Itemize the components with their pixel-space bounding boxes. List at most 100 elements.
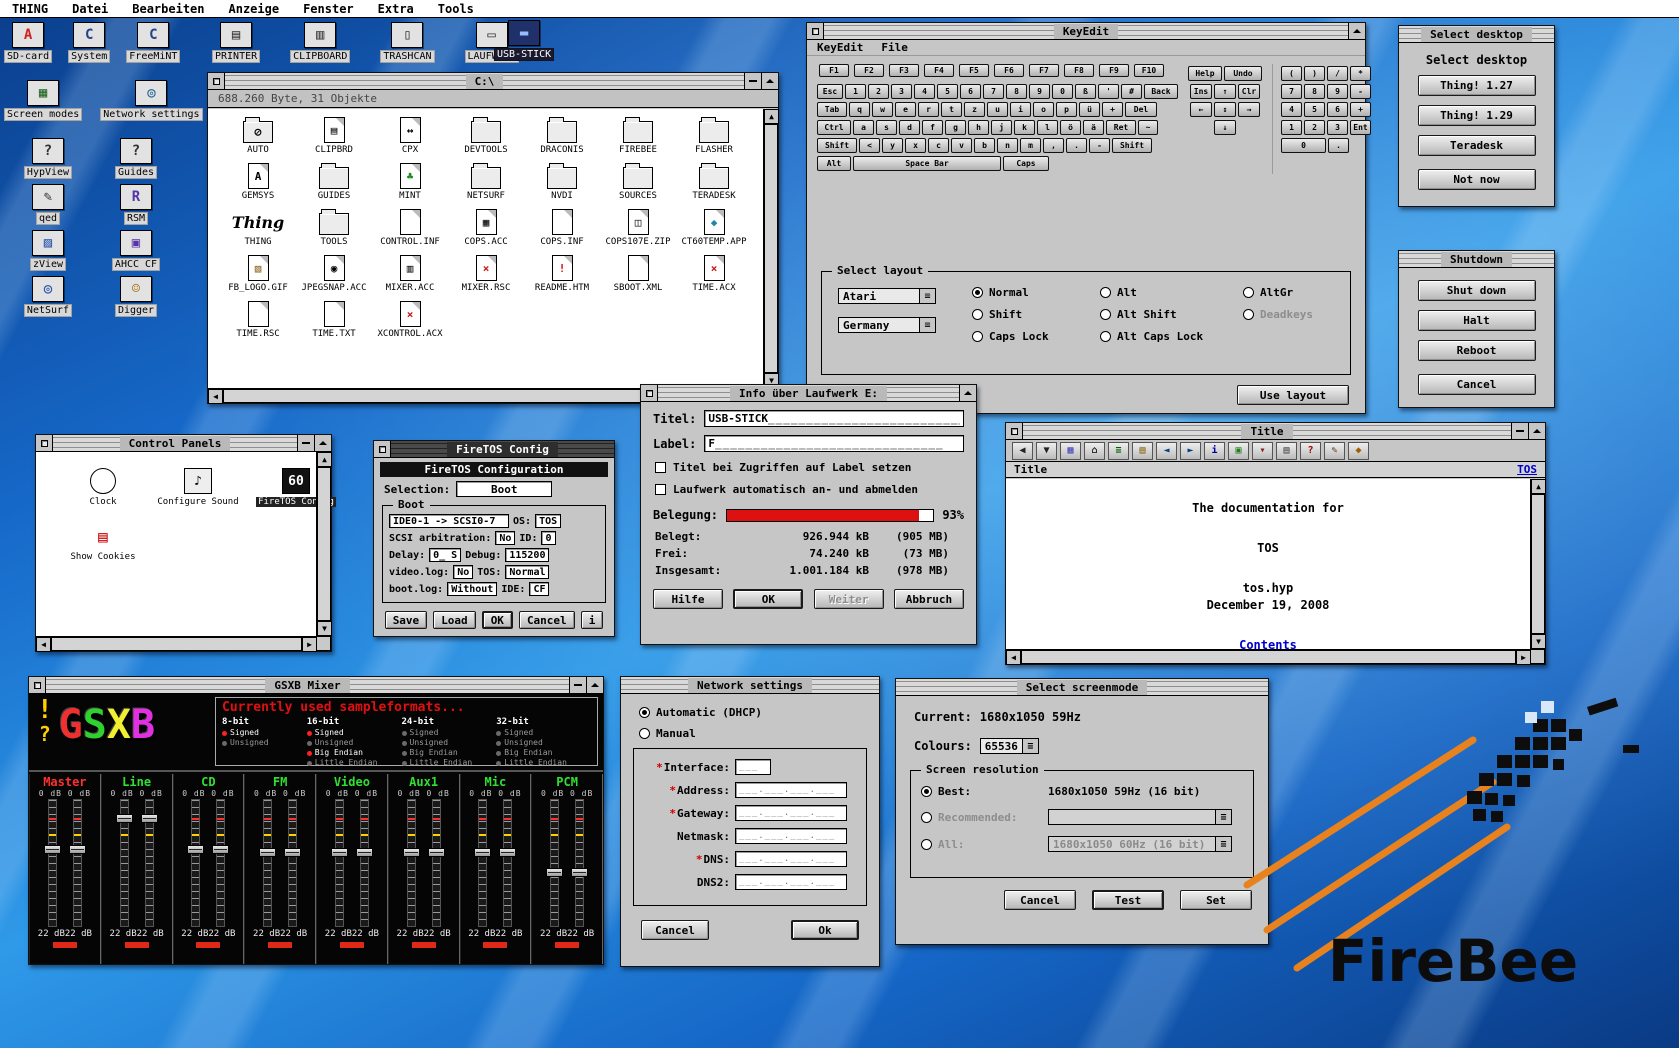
key-alt[interactable]: Alt bbox=[817, 156, 851, 171]
file-readme-htm[interactable]: !README.HTM bbox=[524, 255, 600, 301]
desktop-icon-digger[interactable]: ☺Digger bbox=[92, 276, 180, 322]
radio-caps-lock[interactable]: Caps Lock bbox=[972, 330, 1092, 343]
radio-icon[interactable] bbox=[921, 839, 932, 850]
cpanel-item-clock[interactable]: Clock bbox=[60, 468, 146, 507]
slider-thumb[interactable] bbox=[499, 848, 516, 857]
iconify-button[interactable] bbox=[1511, 423, 1528, 439]
iconify-button[interactable] bbox=[569, 677, 586, 693]
menu-keyedit[interactable]: KeyEdit bbox=[817, 41, 863, 54]
titlebar[interactable]: Select screenmode bbox=[896, 679, 1268, 696]
firetos-value[interactable]: Normal bbox=[505, 565, 549, 579]
slider-thumb[interactable] bbox=[259, 848, 276, 857]
vertical-scrollbar[interactable]: ▲▼ bbox=[316, 452, 331, 636]
key-key[interactable]: # bbox=[1121, 84, 1142, 99]
iconify-button[interactable] bbox=[297, 435, 314, 451]
key-f[interactable]: f bbox=[922, 120, 943, 135]
key-numpad-9[interactable]: 9 bbox=[1327, 84, 1348, 99]
key-n[interactable]: n bbox=[997, 138, 1018, 153]
checkbox-row-2[interactable]: Laufwerk automatisch an- und abmelden bbox=[641, 483, 976, 496]
volume-slider[interactable] bbox=[48, 799, 57, 927]
scroll-right-arrow[interactable]: ▶ bbox=[1516, 650, 1531, 665]
window-title[interactable]: FireTOS Config bbox=[391, 441, 614, 457]
window-title[interactable]: Select screenmode bbox=[896, 679, 1268, 695]
scroll-thumb[interactable] bbox=[764, 124, 778, 373]
close-button[interactable] bbox=[36, 435, 53, 451]
menu-item-bearbeiten[interactable]: Bearbeiten bbox=[120, 0, 216, 17]
key-key[interactable]: ' bbox=[1098, 84, 1119, 99]
key-key[interactable]: ß bbox=[1075, 84, 1096, 99]
checkbox-row-1[interactable]: Titel bei Zugriffen auf Label setzen bbox=[641, 461, 976, 474]
file-cops-acc[interactable]: ▦COPS.ACC bbox=[448, 209, 524, 255]
key-tab[interactable]: Tab bbox=[817, 102, 847, 117]
vertical-scrollbar[interactable]: ▲▼ bbox=[763, 109, 778, 388]
key-numpad-2[interactable]: 2 bbox=[1304, 120, 1325, 135]
file-cpx[interactable]: ↔CPX bbox=[372, 117, 448, 163]
next-page-icon[interactable]: ► bbox=[1180, 442, 1201, 460]
button-weiter[interactable]: Weiter bbox=[814, 589, 884, 609]
volume-slider[interactable] bbox=[550, 799, 559, 927]
print-icon[interactable]: ▤ bbox=[1276, 442, 1297, 460]
slider-thumb[interactable] bbox=[69, 845, 86, 854]
button-load[interactable]: Load bbox=[433, 611, 476, 629]
scroll-up-arrow[interactable]: ▲ bbox=[317, 452, 332, 467]
volume-slider[interactable] bbox=[191, 799, 200, 927]
window-title[interactable]: GSXB Mixer bbox=[46, 677, 569, 693]
previous-page-icon[interactable]: ◄ bbox=[1156, 442, 1177, 460]
window-title[interactable]: Network settings bbox=[621, 677, 879, 693]
key-f6[interactable]: F6 bbox=[994, 64, 1024, 77]
save-icon[interactable]: ▾ bbox=[1252, 442, 1273, 460]
desktop-icon-freemint[interactable]: CFreeMiNT bbox=[126, 22, 180, 63]
volume-slider[interactable] bbox=[478, 799, 487, 927]
key-8[interactable]: 8 bbox=[1006, 84, 1027, 99]
key-numpad-4[interactable]: 4 bbox=[1281, 102, 1302, 117]
file-thing[interactable]: ThingTHING bbox=[220, 209, 296, 255]
fuller-button[interactable] bbox=[1528, 423, 1545, 439]
volume-slider[interactable] bbox=[216, 799, 225, 927]
key-ins[interactable]: Ins bbox=[1190, 84, 1212, 99]
back-icon[interactable]: ◀ bbox=[1012, 442, 1033, 460]
mute-button[interactable] bbox=[554, 941, 580, 949]
key-key[interactable]: ü bbox=[1079, 102, 1100, 117]
slider-thumb[interactable] bbox=[212, 845, 229, 854]
resolution-dropdown[interactable]: ≡ bbox=[1048, 809, 1232, 825]
titel-field[interactable]: USB-STICK bbox=[704, 410, 964, 427]
slider-thumb[interactable] bbox=[356, 848, 373, 857]
radio-alt-shift[interactable]: Alt Shift bbox=[1100, 308, 1235, 321]
key-key[interactable]: ↑ bbox=[1214, 84, 1236, 99]
button-i[interactable]: i bbox=[581, 611, 604, 629]
key-key[interactable]: ä bbox=[1083, 120, 1104, 135]
volume-slider[interactable] bbox=[263, 799, 272, 927]
key-numpad-1[interactable]: 1 bbox=[1281, 120, 1302, 135]
home-icon[interactable]: ⌂ bbox=[1084, 442, 1105, 460]
file-firebee[interactable]: FIREBEE bbox=[600, 117, 676, 163]
colours-dropdown[interactable]: 65536≡ bbox=[980, 738, 1039, 754]
menu-file[interactable]: File bbox=[881, 41, 908, 54]
fuller-button[interactable] bbox=[761, 73, 778, 89]
key-2[interactable]: 2 bbox=[868, 84, 889, 99]
slider-thumb[interactable] bbox=[44, 845, 61, 854]
file-devtools[interactable]: DEVTOOLS bbox=[448, 117, 524, 163]
window-title[interactable]: Info über Laufwerk E: bbox=[658, 385, 959, 401]
file-mixer-rsc[interactable]: ×MIXER.RSC bbox=[448, 255, 524, 301]
desktop-icon-printer[interactable]: ▤PRINTER bbox=[212, 22, 260, 63]
key-3[interactable]: 3 bbox=[891, 84, 912, 99]
volume-slider[interactable] bbox=[503, 799, 512, 927]
volume-slider[interactable] bbox=[407, 799, 416, 927]
key-o[interactable]: o bbox=[1033, 102, 1054, 117]
key-j[interactable]: j bbox=[991, 120, 1012, 135]
catalog-icon[interactable]: ▤ bbox=[1132, 442, 1153, 460]
key-u[interactable]: u bbox=[987, 102, 1008, 117]
file-time-txt[interactable]: TIME.TXT bbox=[296, 301, 372, 347]
field-netmask[interactable]: ___.___.___.___ bbox=[735, 828, 847, 844]
key-x[interactable]: x bbox=[905, 138, 926, 153]
resolution-option-all[interactable]: All:1680x1050 60Hz (16 bit)≡ bbox=[921, 836, 1243, 852]
scroll-thumb[interactable] bbox=[51, 637, 302, 651]
button-save[interactable]: Save bbox=[385, 611, 428, 629]
close-button[interactable] bbox=[208, 73, 225, 89]
file-sboot-xml[interactable]: SBOOT.XML bbox=[600, 255, 676, 301]
mute-button[interactable] bbox=[339, 941, 365, 949]
slider-thumb[interactable] bbox=[474, 848, 491, 857]
resolution-dropdown[interactable]: 1680x1050 60Hz (16 bit)≡ bbox=[1048, 836, 1232, 852]
menu-item-thing[interactable]: THING bbox=[0, 0, 60, 17]
mute-button[interactable] bbox=[482, 941, 508, 949]
